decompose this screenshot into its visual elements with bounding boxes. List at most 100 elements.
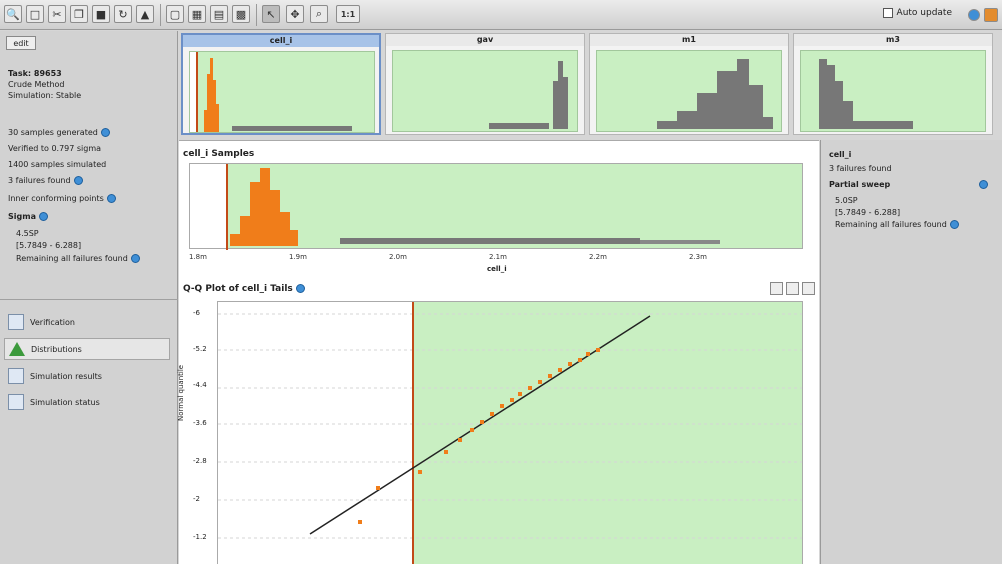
samples-generated-text: 30 samples generated xyxy=(8,128,98,137)
grid-icon[interactable]: ▦ xyxy=(188,5,206,23)
x-tick: 2.2m xyxy=(589,253,607,261)
thumb-m3[interactable]: m3 xyxy=(793,33,993,135)
x-tick: 2.1m xyxy=(489,253,507,261)
edit-button[interactable]: edit xyxy=(6,36,36,50)
refresh-icon[interactable]: ↻ xyxy=(114,5,132,23)
settings-icon[interactable] xyxy=(802,282,815,295)
help-icon[interactable] xyxy=(968,9,980,21)
auto-update-checkbox[interactable] xyxy=(882,8,893,18)
save-image-icon[interactable] xyxy=(786,282,799,295)
thumb-plot xyxy=(596,50,782,132)
thumb-title: gav xyxy=(386,34,584,46)
table-icon[interactable]: ▤ xyxy=(210,5,228,23)
samples-title: cell_i Samples xyxy=(183,149,255,159)
thumb-histogram xyxy=(196,52,352,132)
thumb-title: m3 xyxy=(794,34,992,46)
matrix-icon[interactable]: ▩ xyxy=(232,5,250,23)
y-tick: -2.8 xyxy=(193,457,207,465)
samples-plot[interactable] xyxy=(189,163,803,250)
toolbar: 🔍 □ ✂ ❐ ■ ↻ ▲ ▢ ▦ ▤ ▩ ↖ ✥ ⌕ 1:1 Auto upd… xyxy=(0,0,1002,30)
app-logo-icon xyxy=(984,8,998,22)
thumb-histogram xyxy=(489,61,568,129)
method-label: Crude Method xyxy=(8,80,65,89)
nav-verification[interactable]: Verification xyxy=(4,311,170,333)
nav-simulation-results[interactable]: Simulation results xyxy=(4,365,170,387)
samples-x-label: cell_i xyxy=(487,265,507,273)
sweep-interval: [5.7849 - 6.288] xyxy=(835,208,901,217)
thumb-plot xyxy=(392,50,578,132)
pointer-icon[interactable]: ↖ xyxy=(262,5,280,23)
qq-title-text: Q-Q Plot of cell_i Tails xyxy=(183,284,293,294)
samples-simulated-text: 1400 samples simulated xyxy=(8,160,107,169)
sigma-value: 4.5SP xyxy=(16,229,39,238)
simulation-status-label: Simulation: Stable xyxy=(8,91,82,100)
x-tick: 2.3m xyxy=(689,253,707,261)
x-tick: 1.9m xyxy=(289,253,307,261)
verified-text: Verified to 0.797 sigma xyxy=(8,144,102,153)
help-icon[interactable] xyxy=(130,254,140,263)
thumb-histogram xyxy=(657,59,773,129)
thumb-cell-i[interactable]: cell_i xyxy=(181,33,381,135)
thumb-plot xyxy=(189,51,375,133)
task-label: Task: 89653 xyxy=(8,69,62,78)
warning-icon[interactable]: ▲ xyxy=(136,5,154,23)
distributions-icon xyxy=(9,342,25,356)
thumb-title: cell_i xyxy=(183,35,379,47)
remaining-text: Remaining all failures found xyxy=(835,220,947,229)
thumb-gav[interactable]: gav xyxy=(385,33,585,135)
spec-name: cell_i xyxy=(829,150,852,159)
thumb-title: m1 xyxy=(590,34,788,46)
partial-sweep-header: Partial sweep xyxy=(829,180,891,189)
right-panel: cell_i 3 failures found Partial sweep 5.… xyxy=(820,140,1002,564)
stop-icon[interactable]: ■ xyxy=(92,5,110,23)
main-panel: cell_i Samples 1.8m 1.9m 2.0m 2.1m 2.2m … xyxy=(177,140,819,564)
failures-text: 3 failures found xyxy=(829,164,892,173)
simulation-status-icon xyxy=(8,394,24,410)
copy-icon[interactable]: ❐ xyxy=(70,5,88,23)
qq-toolbar xyxy=(770,282,815,295)
pan-icon[interactable]: ✥ xyxy=(286,5,304,23)
nav-label: Simulation status xyxy=(30,397,100,407)
help-icon[interactable] xyxy=(949,220,959,229)
thumb-histogram xyxy=(819,59,913,129)
x-tick: 2.0m xyxy=(389,253,407,261)
nav-label: Distributions xyxy=(31,344,82,354)
nav-label: Verification xyxy=(30,317,75,327)
nav-distributions[interactable]: Distributions xyxy=(4,338,170,360)
zoom-area-icon[interactable]: ⌕ xyxy=(310,5,328,23)
help-icon[interactable] xyxy=(38,212,48,221)
simulation-results-icon xyxy=(8,368,24,384)
sweep-value: 5.0SP xyxy=(835,196,858,205)
x-tick: 1.8m xyxy=(189,253,207,261)
sigma-label: Sigma xyxy=(8,212,36,221)
qq-plot[interactable] xyxy=(217,301,803,564)
cut-icon[interactable]: ✂ xyxy=(48,5,66,23)
one-to-one-icon[interactable]: 1:1 xyxy=(336,5,360,23)
qq-y-label: Normal quantile xyxy=(177,364,185,421)
thumb-m1[interactable]: m1 xyxy=(589,33,789,135)
help-icon[interactable] xyxy=(73,176,83,185)
y-tick: -5.2 xyxy=(193,345,207,353)
select-icon[interactable]: ▢ xyxy=(166,5,184,23)
thumb-plot xyxy=(800,50,986,132)
samples-x-axis: 1.8m 1.9m 2.0m 2.1m 2.2m 2.3m xyxy=(189,253,803,265)
help-icon[interactable] xyxy=(295,284,305,293)
help-icon[interactable] xyxy=(979,180,988,189)
verification-icon xyxy=(8,314,24,330)
y-tick: -2 xyxy=(193,495,200,503)
help-icon[interactable] xyxy=(100,128,110,137)
auto-update-label: Auto update xyxy=(896,8,952,18)
inner-points-text: Inner conforming points xyxy=(8,194,104,203)
failures-found-text: 3 failures found xyxy=(8,176,71,185)
new-document-icon[interactable]: □ xyxy=(26,5,44,23)
nav-simulation-status[interactable]: Simulation status xyxy=(4,391,170,413)
qq-chart xyxy=(218,302,802,564)
help-icon[interactable] xyxy=(106,194,116,203)
export-icon[interactable] xyxy=(770,282,783,295)
auto-update-toggle[interactable]: Auto update xyxy=(882,8,952,18)
sigma-interval: [5.7849 - 6.288] xyxy=(16,241,82,250)
qq-title: Q-Q Plot of cell_i Tails xyxy=(183,284,305,294)
zoom-icon[interactable]: 🔍 xyxy=(4,5,22,23)
samples-histogram xyxy=(226,164,720,250)
distribution-thumbnails: cell_i gav m1 m3 xyxy=(179,31,1002,137)
